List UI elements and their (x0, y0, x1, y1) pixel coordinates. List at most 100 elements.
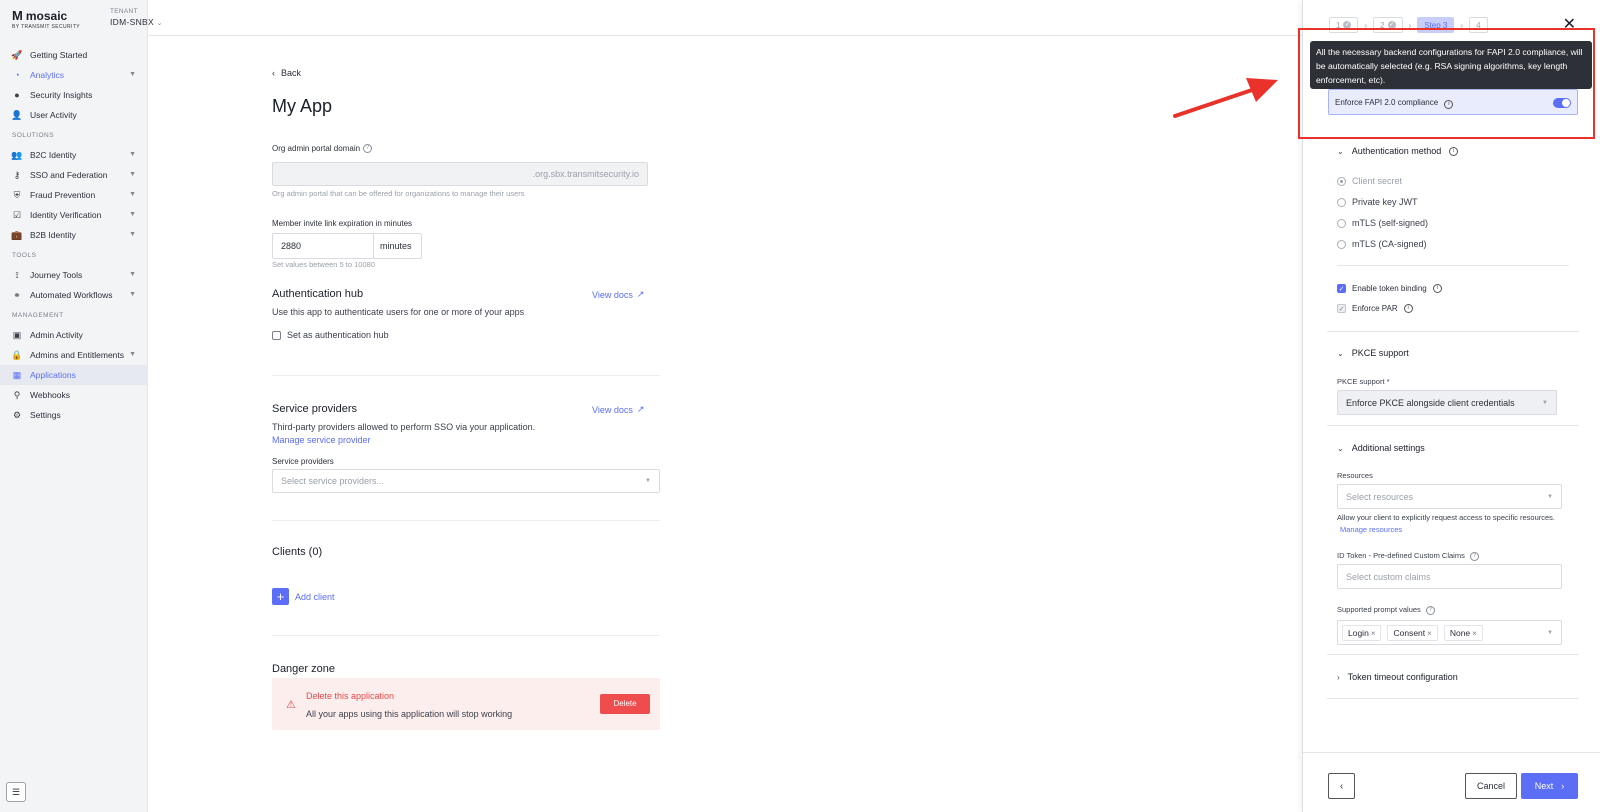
auth-hub-checkbox[interactable] (272, 330, 281, 340)
additional-settings-section[interactable]: ⌄ Additional settings (1337, 443, 1425, 453)
service-providers-select[interactable]: Select service providers... ▼ (272, 469, 660, 493)
tenant-selector[interactable]: TENANT IDM-SNBX ⌄ (110, 8, 163, 27)
sliders-icon: ☰ (11, 786, 21, 797)
prompt-values-select[interactable]: Login × Consent × None × ▼ (1337, 620, 1562, 645)
info-icon[interactable]: i (1432, 284, 1442, 293)
enforce-par-row[interactable]: ✓ Enforce PAR i (1337, 304, 1413, 313)
sidebar-item-settings[interactable]: ⚙ Settings (0, 405, 148, 425)
section-solutions: SOLUTIONS (12, 131, 55, 139)
sidebar-item-b2b-identity[interactable]: 💼 B2B Identity ▼ (0, 225, 148, 245)
chip-consent[interactable]: Consent × (1387, 624, 1438, 641)
info-icon[interactable]: i (1444, 100, 1454, 109)
fapi-compliance-row[interactable]: Enforce FAPI 2.0 compliance i (1328, 89, 1578, 115)
help-icon[interactable]: ? (1425, 605, 1435, 615)
radio-button[interactable] (1337, 218, 1346, 228)
domain-input: .org.sbx.transmitsecurity.io (272, 162, 648, 186)
check-icon: ✓ (1387, 21, 1396, 29)
delete-button[interactable]: Delete (600, 694, 650, 714)
cancel-button[interactable]: Cancel (1465, 773, 1517, 799)
divider (272, 635, 660, 636)
chevron-right-icon: › (1408, 20, 1412, 30)
resources-select[interactable]: Select resources ▼ (1337, 484, 1562, 509)
pkce-section[interactable]: ⌄ PKCE support (1337, 348, 1409, 358)
user-icon: 👤 (11, 109, 23, 120)
auth-method-section[interactable]: ⌄ Authentication method i (1337, 146, 1459, 156)
step-4[interactable]: 4 (1469, 17, 1488, 33)
radio-private-key-jwt[interactable]: Private key JWT (1337, 197, 1418, 207)
chip-none[interactable]: None × (1443, 624, 1483, 641)
remove-icon[interactable]: × (1472, 629, 1477, 638)
chevron-down-icon: ▼ (129, 211, 136, 218)
mosaic-logo[interactable]: Mmosaic BY TRANSMIT SECURITY (12, 8, 80, 30)
sidebar-item-sso-federation[interactable]: ⚷ SSO and Federation ▼ (0, 165, 148, 185)
divider (1327, 654, 1579, 655)
invite-value[interactable]: 2880 (273, 234, 373, 258)
sp-label: Service providers (272, 457, 334, 466)
chevron-down-icon: ⌄ (1337, 348, 1344, 358)
token-binding-row[interactable]: ✓ Enable token binding i (1337, 284, 1442, 293)
next-button[interactable]: Next › (1521, 773, 1578, 799)
close-icon[interactable]: ✕ (1563, 14, 1576, 34)
radio-client-secret[interactable]: Client secret (1337, 176, 1402, 186)
warning-icon: ⚠ (286, 699, 296, 711)
sidebar-item-applications[interactable]: ▦ Applications (0, 365, 148, 385)
sidebar-item-webhooks[interactable]: ⚲ Webhooks (0, 385, 148, 405)
sidebar-item-fraud-prevention[interactable]: ⛨ Fraud Prevention ▼ (0, 185, 148, 205)
divider (272, 375, 660, 376)
manage-resources-link[interactable]: Manage resources (1340, 525, 1402, 534)
chevron-down-icon: ⌄ (1337, 146, 1344, 156)
help-icon[interactable]: ? (363, 144, 373, 154)
radio-button[interactable] (1337, 176, 1346, 186)
manage-service-provider-link[interactable]: Manage service provider (272, 435, 371, 445)
token-timeout-section[interactable]: › Token timeout configuration (1337, 672, 1458, 682)
token-binding-checkbox[interactable]: ✓ (1337, 284, 1346, 293)
sidebar-item-security-insights[interactable]: ● Security Insights (0, 85, 148, 105)
help-icon[interactable]: ? (1469, 551, 1479, 561)
tenant-value: IDM-SNBX (110, 17, 154, 27)
sidebar-item-admin-activity[interactable]: ▣ Admin Activity (0, 325, 148, 345)
sidebar-item-getting-started[interactable]: 🚀 Getting Started (0, 45, 148, 65)
sidebar-item-admins-entitlements[interactable]: 🔒 Admins and Entitlements ▼ (0, 345, 148, 365)
fapi-toggle[interactable] (1553, 98, 1571, 108)
remove-icon[interactable]: × (1371, 629, 1376, 638)
remove-icon[interactable]: × (1427, 629, 1432, 638)
plus-icon: + (272, 588, 289, 605)
info-icon[interactable]: i (1403, 304, 1413, 313)
auth-hub-checkbox-row[interactable]: Set as authentication hub (272, 330, 389, 340)
sidebar-item-journey-tools[interactable]: ⟟ Journey Tools ▼ (0, 265, 148, 285)
chip-login[interactable]: Login × (1342, 624, 1382, 641)
pkce-select[interactable]: Enforce PKCE alongside client credential… (1337, 390, 1557, 415)
clients-title: Clients (0) (272, 546, 323, 558)
sidebar-item-b2c-identity[interactable]: 👥 B2C Identity ▼ (0, 145, 148, 165)
radio-button[interactable] (1337, 239, 1346, 249)
info-icon[interactable]: i (1449, 146, 1459, 156)
step-1[interactable]: 1 ✓ (1329, 17, 1359, 33)
activity-icon: ▣ (12, 329, 22, 340)
sidebar-item-analytics[interactable]: ◔ Analytics ▼ (0, 65, 148, 85)
back-link[interactable]: ‹ Back (272, 68, 301, 78)
briefcase-icon: 💼 (11, 229, 23, 240)
radio-mtls-self-signed[interactable]: mTLS (self-signed) (1337, 218, 1428, 228)
section-management: MANAGEMENT (12, 311, 64, 319)
section-tools: TOOLS (12, 251, 37, 259)
chevron-right-icon: › (1561, 781, 1565, 791)
step-3[interactable]: Step 3 (1417, 17, 1455, 33)
radio-mtls-ca-signed[interactable]: mTLS (CA-signed) (1337, 239, 1427, 249)
shield-icon: ⛨ (13, 189, 21, 200)
add-client-button[interactable]: + Add client (272, 588, 335, 605)
sidebar-item-automated-workflows[interactable]: ⚭ Automated Workflows ▼ (0, 285, 148, 305)
enforce-par-checkbox[interactable]: ✓ (1337, 304, 1346, 313)
chevron-down-icon: ⌄ (1337, 443, 1344, 453)
auth-hub-view-docs-link[interactable]: View docs ↗ (592, 289, 644, 300)
invite-expiration-input[interactable]: 2880 minutes (272, 233, 422, 259)
radio-button[interactable] (1337, 197, 1346, 207)
previous-button[interactable]: ‹ (1328, 773, 1355, 799)
danger-zone-title: Danger zone (272, 663, 335, 675)
step-2[interactable]: 2 ✓ (1373, 17, 1403, 33)
sidebar-item-user-activity[interactable]: 👤 User Activity (0, 105, 148, 125)
sidebar-collapse-button[interactable]: ☰ (6, 782, 26, 802)
custom-claims-select[interactable]: Select custom claims (1337, 564, 1562, 589)
sidebar-item-identity-verification[interactable]: ☑ Identity Verification ▼ (0, 205, 148, 225)
pkce-label: PKCE support * (1337, 377, 1390, 386)
sp-view-docs-link[interactable]: View docs ↗ (592, 404, 644, 415)
